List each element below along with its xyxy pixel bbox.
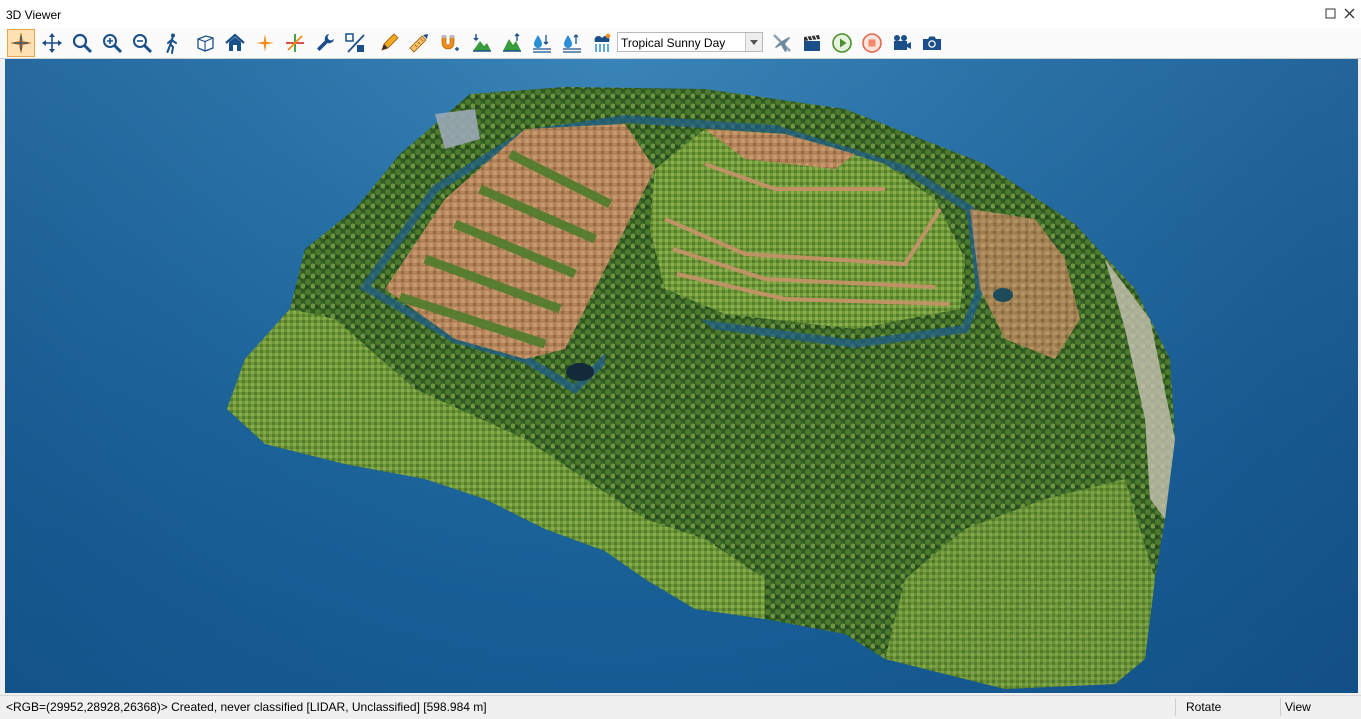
status-mode: Rotate xyxy=(1186,700,1222,714)
terrain-up-icon xyxy=(503,33,521,52)
atmosphere-icon xyxy=(594,33,611,52)
status-bar: <RGB=(29952,28928,26368)> Created, never… xyxy=(0,695,1361,719)
maximize-icon[interactable] xyxy=(1323,6,1337,20)
toolbar: Tropical Sunny Day xyxy=(0,28,1361,59)
sky-preset-value: Tropical Sunny Day xyxy=(621,36,726,50)
stop-button[interactable] xyxy=(858,29,886,57)
water-level-up-button[interactable] xyxy=(558,29,586,57)
status-view: View xyxy=(1285,700,1311,714)
status-point-info: <RGB=(29952,28928,26368)> Created, never… xyxy=(6,700,487,714)
walking-person-icon xyxy=(166,33,177,54)
terrain-down-button[interactable] xyxy=(468,29,496,57)
move-arrows-icon xyxy=(42,33,62,53)
status-separator xyxy=(1280,698,1281,716)
clapperboard-icon xyxy=(804,35,820,51)
3d-viewport[interactable] xyxy=(5,59,1358,693)
measure-button[interactable] xyxy=(405,29,433,57)
magnifier-icon xyxy=(72,33,93,54)
atmosphere-button[interactable] xyxy=(588,29,616,57)
center-point-button[interactable] xyxy=(251,29,279,57)
window-title: 3D Viewer xyxy=(6,8,62,22)
orange-star-icon xyxy=(256,34,274,52)
fly-button[interactable] xyxy=(768,29,796,57)
home-view-button[interactable] xyxy=(221,29,249,57)
crosshair-star-icon xyxy=(10,32,32,54)
pencil-icon xyxy=(381,33,399,51)
status-separator xyxy=(1175,698,1176,716)
chevron-down-icon[interactable] xyxy=(745,33,762,51)
bounding-box-button[interactable] xyxy=(191,29,219,57)
clapper-button[interactable] xyxy=(798,29,826,57)
close-icon[interactable] xyxy=(1342,6,1356,20)
edit-button[interactable] xyxy=(375,29,403,57)
ratio-button[interactable] xyxy=(341,29,369,57)
settings-button[interactable] xyxy=(311,29,339,57)
play-icon xyxy=(832,33,852,53)
select-pan-tool-button[interactable] xyxy=(7,29,35,57)
cube-icon xyxy=(197,35,214,52)
camera-icon xyxy=(923,36,941,50)
magnet-icon xyxy=(441,35,459,51)
water-down-icon xyxy=(533,35,551,53)
wrench-icon xyxy=(317,34,334,51)
home-icon xyxy=(225,33,245,51)
screenshot-button[interactable] xyxy=(918,29,946,57)
play-button[interactable] xyxy=(828,29,856,57)
zoom-tool-button[interactable] xyxy=(68,29,96,57)
zoom-out-icon xyxy=(133,34,153,54)
sky-preset-dropdown[interactable]: Tropical Sunny Day xyxy=(617,32,763,52)
walk-tool-button[interactable] xyxy=(158,29,186,57)
point-cloud-render xyxy=(5,59,1358,693)
water-up-icon xyxy=(563,34,581,53)
water-level-down-button[interactable] xyxy=(528,29,556,57)
stop-icon xyxy=(862,33,882,53)
move-tool-button[interactable] xyxy=(38,29,66,57)
zoom-in-button[interactable] xyxy=(98,29,126,57)
zoom-out-button[interactable] xyxy=(128,29,156,57)
ruler-pencil-icon xyxy=(409,34,428,53)
airplane-icon xyxy=(773,34,791,52)
snap-button[interactable] xyxy=(435,29,463,57)
axes-button[interactable] xyxy=(281,29,309,57)
terrain-down-icon xyxy=(473,34,491,52)
zoom-in-icon xyxy=(103,34,123,54)
video-camera-icon xyxy=(894,35,911,50)
percent-icon xyxy=(345,33,365,53)
axes-icon xyxy=(286,34,304,52)
record-button[interactable] xyxy=(888,29,916,57)
terrain-up-button[interactable] xyxy=(498,29,526,57)
title-bar: 3D Viewer xyxy=(0,0,1361,28)
